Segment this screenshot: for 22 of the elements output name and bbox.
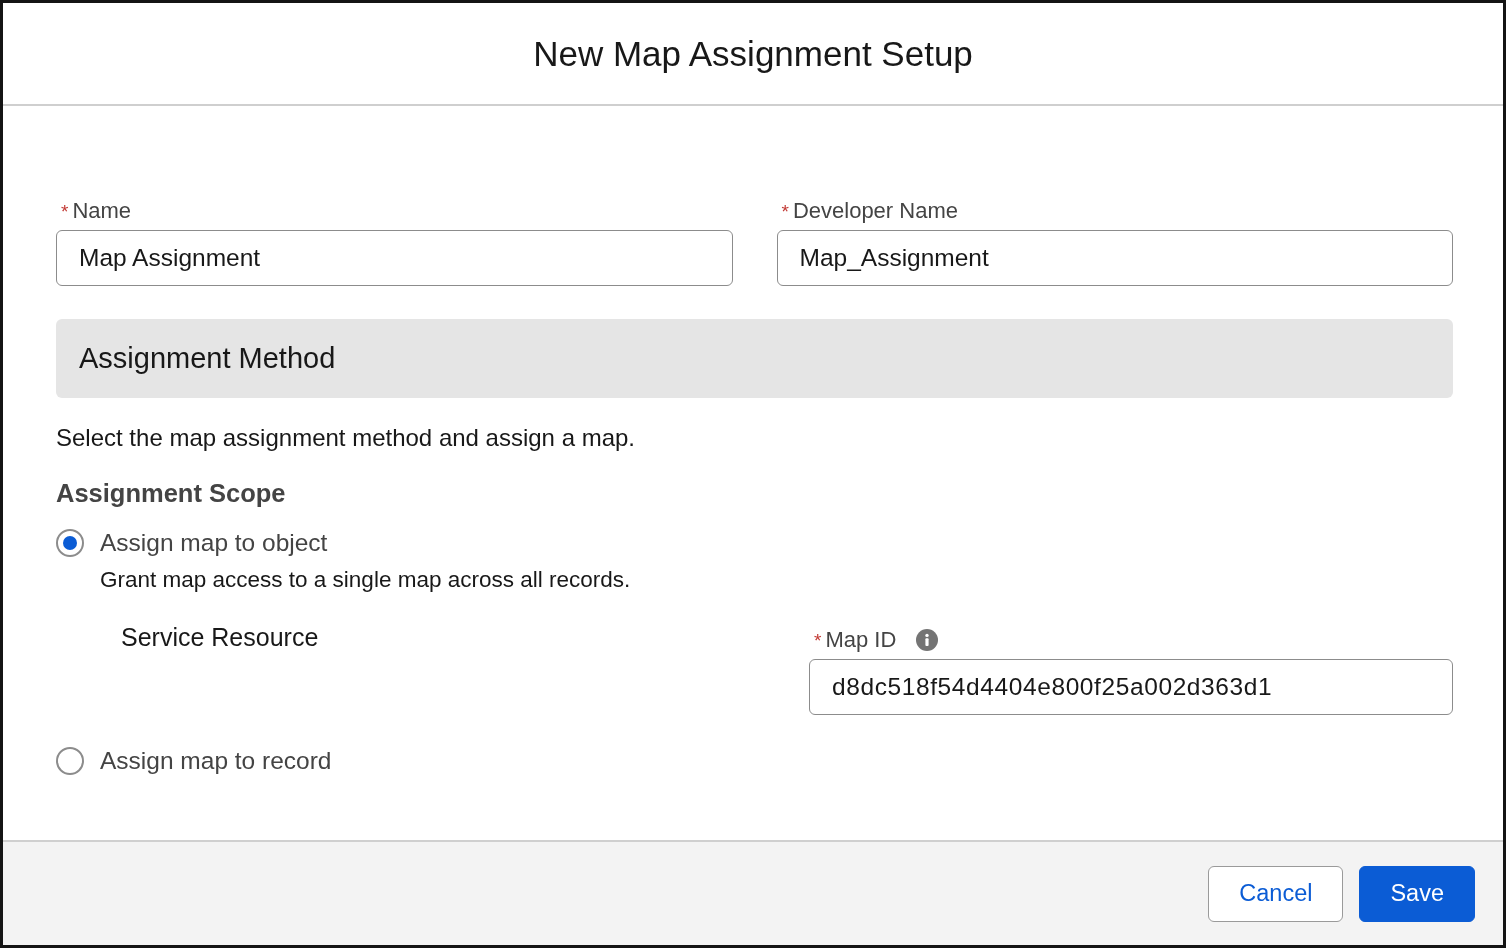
radio-button[interactable] [56, 529, 84, 557]
save-button[interactable]: Save [1359, 865, 1475, 922]
section-heading: Assignment Method [56, 319, 1453, 398]
radio-label[interactable]: Assign map to object [100, 527, 328, 559]
section-description: Select the map assignment method and assign a map. [56, 423, 636, 453]
field-label: Name [72, 198, 132, 224]
required-mark: * [781, 200, 789, 224]
option-help-text: Grant map access to a single map across all records. [100, 566, 632, 594]
field-label: Developer Name [792, 198, 958, 224]
text-input[interactable]: d8dc518f54d4404e800f25a002d363d1 [809, 659, 1453, 715]
cancel-button[interactable]: Cancel [1208, 865, 1344, 922]
dialog-title: New Map Assignment Setup [533, 32, 973, 75]
radio-label[interactable]: Assign map to record [100, 745, 332, 777]
text-input[interactable]: Map Assignment [56, 230, 733, 286]
text-input[interactable]: Map_Assignment [776, 230, 1453, 286]
required-mark: * [814, 629, 822, 653]
info-icon[interactable] [916, 629, 939, 651]
field-label: Map ID [825, 627, 897, 653]
object-name: Service Resource [121, 623, 319, 651]
radio-button[interactable] [56, 747, 84, 775]
group-heading: Assignment Scope [56, 478, 287, 509]
required-mark: * [61, 200, 69, 224]
